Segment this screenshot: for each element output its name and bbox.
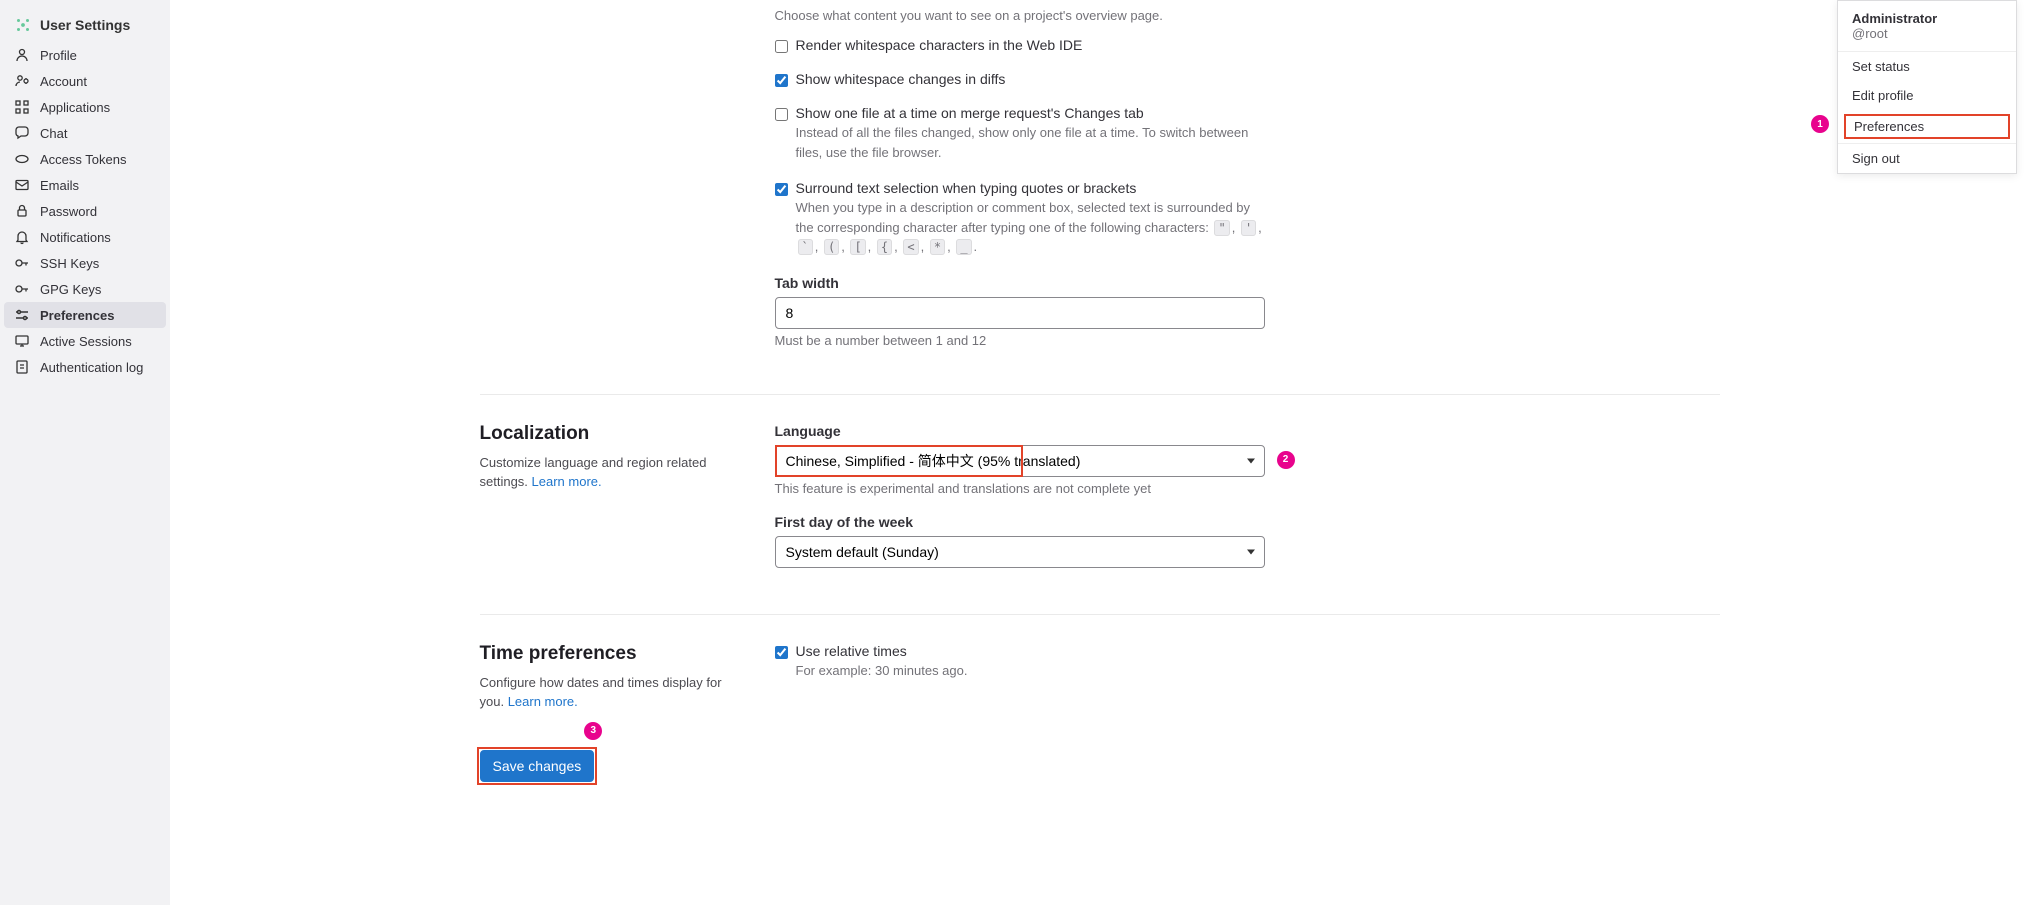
localization-learnmore[interactable]: Learn more. [532,474,602,489]
logo-icon [14,16,32,34]
render-whitespace-row: Render whitespace characters in the Web … [775,37,1265,53]
relative-time-checkbox[interactable] [775,646,788,659]
sidebar-item-sshkeys[interactable]: SSH Keys [0,250,170,276]
sidebar-item-account[interactable]: Account [0,68,170,94]
time-learnmore[interactable]: Learn more. [508,694,578,709]
firstday-label: First day of the week [775,514,1265,530]
surround-label: Surround text selection when typing quot… [796,180,1265,196]
user-menu-preferences[interactable]: Preferences [1844,114,2010,139]
user-menu-setstatus[interactable]: Set status [1838,52,2016,81]
callout-1: 1 [1811,115,1829,133]
key-icon [14,281,30,297]
sidebar-item-profile[interactable]: Profile [0,42,170,68]
sidebar-item-preferences[interactable]: Preferences [4,302,166,328]
time-section: Time preferences Configure how dates and… [480,614,1720,740]
sidebar-nav: Profile Account Applications Chat Access… [0,42,170,380]
notifications-icon [14,229,30,245]
sidebar-item-notifications[interactable]: Notifications [0,224,170,250]
user-menu-editprofile[interactable]: Edit profile [1838,81,2016,110]
token-icon [14,151,30,167]
log-icon [14,359,30,375]
relative-time-label: Use relative times [796,643,1265,659]
tab-width-label: Tab width [775,275,1265,291]
email-icon [14,177,30,193]
user-menu-signout[interactable]: Sign out [1838,144,2016,173]
one-file-label: Show one file at a time on merge request… [796,105,1265,121]
localization-section: Localization Customize language and regi… [480,394,1720,614]
sidebar-item-chat[interactable]: Chat [0,120,170,146]
surround-row: Surround text selection when typing quot… [775,180,1265,257]
show-whitespace-row: Show whitespace changes in diffs [775,71,1265,87]
time-title: Time preferences [480,643,735,665]
localization-title: Localization [480,423,735,445]
callout-2: 2 [1277,451,1295,469]
firstday-select[interactable]: System default (Sunday) [775,536,1265,568]
sidebar-item-tokens[interactable]: Access Tokens [0,146,170,172]
key-icon [14,255,30,271]
sidebar-title: User Settings [40,17,130,33]
tab-width-row: Tab width Must be a number between 1 and… [775,275,1265,348]
applications-icon [14,99,30,115]
sidebar-item-applications[interactable]: Applications [0,94,170,120]
sidebar-header: User Settings [0,8,170,42]
one-file-checkbox[interactable] [775,108,788,121]
language-select[interactable]: Chinese, Simplified - 简体中文 (95% translat… [775,445,1265,477]
profile-icon [14,47,30,63]
render-whitespace-checkbox[interactable] [775,40,788,53]
chat-icon [14,125,30,141]
one-file-help: Instead of all the files changed, show o… [796,123,1265,162]
surround-help: When you type in a description or commen… [796,198,1265,257]
sidebar-item-authlog[interactable]: Authentication log [0,354,170,380]
user-handle: @root [1852,26,2002,41]
show-whitespace-checkbox[interactable] [775,74,788,87]
homepage-help: Choose what content you want to see on a… [775,8,1265,23]
user-menu: Administrator @root Set status Edit prof… [1837,0,2017,174]
user-menu-header: Administrator @root [1838,1,2016,51]
render-whitespace-label: Render whitespace characters in the Web … [796,37,1265,53]
sidebar: User Settings Profile Account Applicatio… [0,0,170,905]
sessions-icon [14,333,30,349]
tab-width-help: Must be a number between 1 and 12 [775,333,1265,348]
callout-3: 3 [584,722,602,740]
save-button[interactable]: Save changes [480,750,595,782]
one-file-row: Show one file at a time on merge request… [775,105,1265,162]
language-label: Language [775,423,1265,439]
sidebar-item-emails[interactable]: Emails [0,172,170,198]
language-help: This feature is experimental and transla… [775,481,1265,496]
sidebar-item-password[interactable]: Password [0,198,170,224]
main-content: Administrator @root Set status Edit prof… [170,0,2029,905]
time-desc: Configure how dates and times display fo… [480,673,735,712]
behavior-section: Choose what content you want to see on a… [480,0,1720,394]
password-icon [14,203,30,219]
relative-time-help: For example: 30 minutes ago. [796,661,1265,681]
preferences-icon [14,307,30,323]
surround-checkbox[interactable] [775,183,788,196]
sidebar-item-gpgkeys[interactable]: GPG Keys [0,276,170,302]
tab-width-input[interactable] [775,297,1265,329]
localization-desc: Customize language and region related se… [480,453,735,492]
sidebar-item-sessions[interactable]: Active Sessions [0,328,170,354]
user-name: Administrator [1852,11,2002,26]
relative-time-row: Use relative times For example: 30 minut… [775,643,1265,681]
show-whitespace-label: Show whitespace changes in diffs [796,71,1265,87]
account-icon [14,73,30,89]
